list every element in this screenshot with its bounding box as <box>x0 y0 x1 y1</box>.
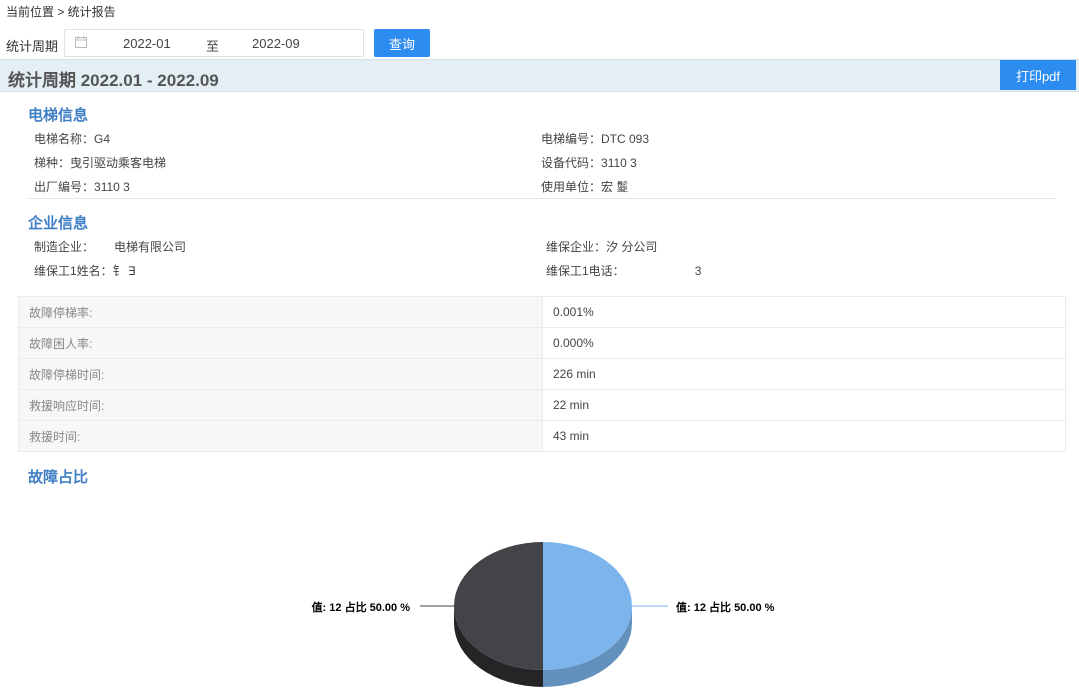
pie-data-label-right: 值: 12 占比 50.00 % <box>676 600 775 614</box>
pie-data-label-left: 值: 12 占比 50.00 % <box>312 600 411 614</box>
fault-pie-chart: 值: 12 占比 50.00 % 值: 12 占比 50.00 % <box>312 542 775 687</box>
